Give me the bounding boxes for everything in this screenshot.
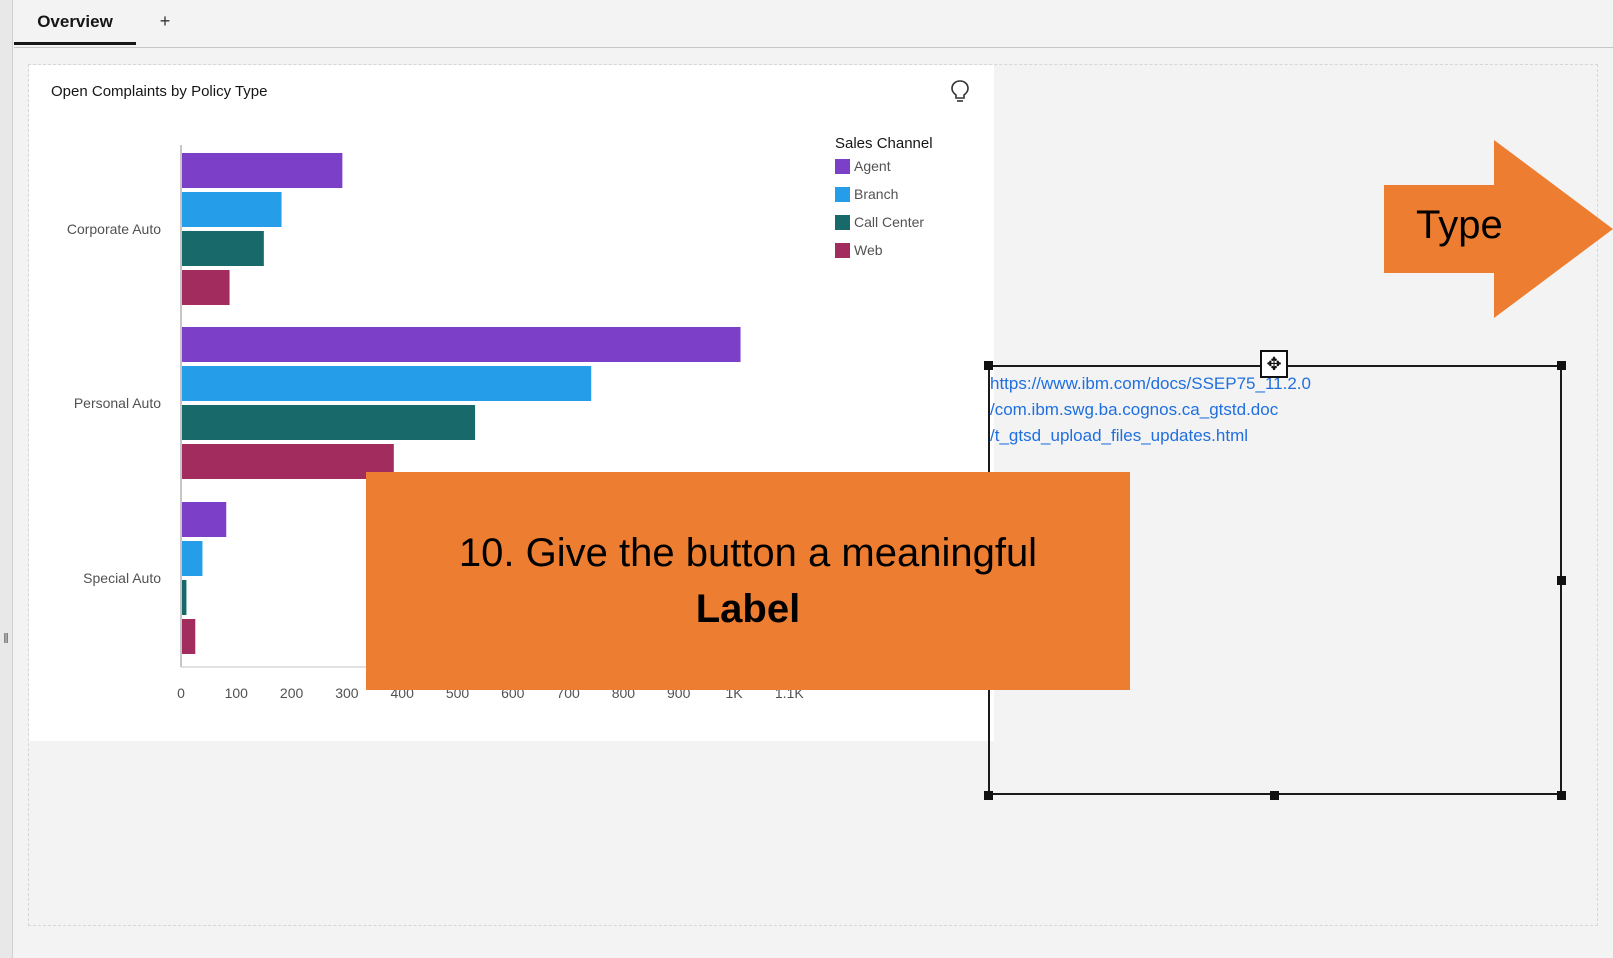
legend-swatch: [835, 187, 850, 202]
category-label: Corporate Auto: [67, 221, 161, 237]
x-tick-label: 100: [225, 685, 249, 701]
bar-call-center: [182, 231, 264, 266]
chart-legend: Sales Channel Agent Branch Call Center W…: [835, 135, 975, 268]
bar-call-center: [182, 405, 476, 440]
bar-branch: [182, 366, 592, 401]
bar-branch: [182, 192, 282, 227]
x-tick-label: 200: [280, 685, 304, 701]
bar-web: [182, 270, 230, 305]
legend-swatch: [835, 243, 850, 258]
callout-emphasis: Label: [695, 587, 801, 631]
legend-item-call-center[interactable]: Call Center: [835, 212, 975, 240]
resize-handle-right[interactable]: [1557, 576, 1566, 585]
bar-call-center: [182, 580, 187, 615]
resize-handle-top-left[interactable]: [984, 361, 993, 370]
tab-bar: Overview +: [14, 0, 1613, 48]
resize-handle-icon[interactable]: ‖: [3, 628, 9, 648]
legend-item-agent[interactable]: Agent: [835, 156, 975, 184]
legend-swatch: [835, 159, 850, 174]
legend-label: Branch: [854, 186, 899, 202]
resize-handle-bottom-right[interactable]: [1557, 791, 1566, 800]
bar-agent: [182, 502, 227, 537]
legend-label: Web: [854, 242, 883, 258]
move-icon[interactable]: ✥: [1260, 350, 1288, 378]
bar-branch: [182, 541, 203, 576]
resize-handle-bottom[interactable]: [1270, 791, 1279, 800]
category-label: Personal Auto: [74, 395, 161, 411]
bar-web: [182, 444, 394, 479]
bar-agent: [182, 327, 741, 362]
bar-web: [182, 619, 196, 654]
resize-handle-top-right[interactable]: [1557, 361, 1566, 370]
url-line[interactable]: /t_gtsd_upload_files_updates.html: [990, 423, 1311, 449]
legend-title: Sales Channel: [835, 135, 933, 152]
x-tick-label: 0: [177, 685, 185, 701]
resize-handle-bottom-left[interactable]: [984, 791, 993, 800]
legend-item-web[interactable]: Web: [835, 240, 975, 268]
legend-label: Call Center: [854, 214, 925, 230]
tutorial-callout: 10. Give the button a meaningful Label: [366, 472, 1130, 690]
callout-text: 10. Give the button a meaningful: [458, 531, 1038, 575]
left-rail: ‖: [0, 0, 13, 958]
url-text[interactable]: https://www.ibm.com/docs/SSEP75_11.2.0 /…: [990, 371, 1311, 449]
legend-item-branch[interactable]: Branch: [835, 184, 975, 212]
arrow-label: Type: [1416, 203, 1503, 247]
legend-swatch: [835, 215, 850, 230]
add-tab-button[interactable]: +: [154, 0, 176, 44]
tab-overview[interactable]: Overview: [14, 0, 136, 45]
category-label: Special Auto: [83, 570, 161, 586]
bar-agent: [182, 153, 343, 188]
url-line[interactable]: /com.ibm.swg.ba.cognos.ca_gtstd.doc: [990, 397, 1311, 423]
x-tick-label: 300: [335, 685, 359, 701]
legend-label: Agent: [854, 158, 891, 174]
